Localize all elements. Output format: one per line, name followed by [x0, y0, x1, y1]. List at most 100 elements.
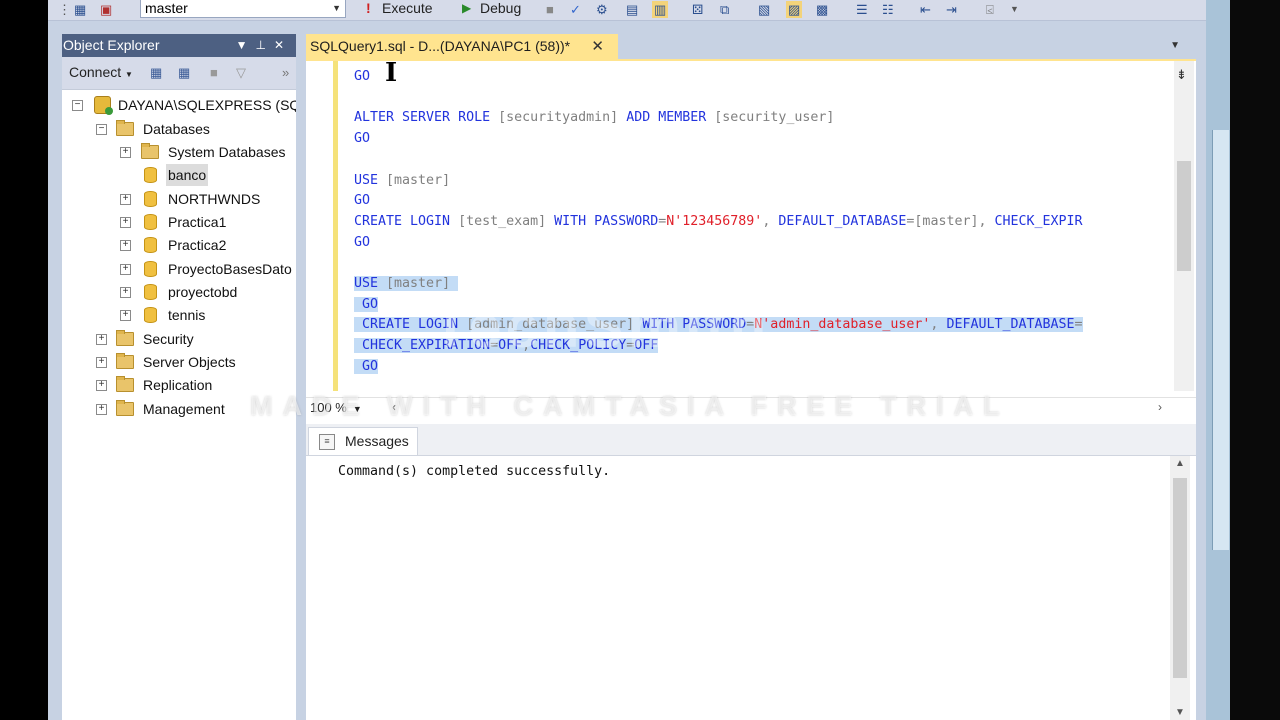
code-line[interactable]: USE [master]	[354, 274, 459, 294]
database-select-value: master	[145, 0, 188, 16]
stop-icon[interactable]: ■	[546, 1, 554, 18]
scroll-right-icon[interactable]: ›	[1158, 400, 1162, 414]
folder-icon	[116, 120, 134, 136]
code-line[interactable]: ALTER SERVER ROLE [securityadmin] ADD ME…	[354, 108, 834, 128]
document-area: SQLQuery1.sql - D...(DAYANA\PC1 (58))* ✕…	[306, 34, 1196, 720]
code-line[interactable]: CREATE LOGIN [test_exam] WITH PASSWORD=N…	[354, 212, 1083, 232]
client-stats-icon[interactable]: ⧉	[720, 1, 729, 18]
tab-sqlquery1[interactable]: SQLQuery1.sql - D...(DAYANA\PC1 (58))* ✕	[306, 34, 618, 59]
exclamation-icon: !	[366, 0, 371, 16]
messages-tab-label: Messages	[345, 433, 409, 449]
database-icon	[144, 284, 157, 300]
decrease-indent-icon[interactable]: ⇤	[920, 1, 931, 18]
left-dark-band	[0, 0, 48, 720]
folder-label: Security	[143, 331, 194, 347]
expand-icon[interactable]: +	[120, 310, 131, 321]
folder-icon	[116, 353, 134, 369]
text-cursor-icon: I	[385, 58, 398, 88]
close-icon[interactable]: ✕	[274, 38, 292, 52]
expand-icon[interactable]: +	[96, 404, 107, 415]
code-line[interactable]: GO	[354, 129, 370, 149]
split-window-icon[interactable]: ⇟	[1176, 67, 1187, 83]
results-vertical-scrollbar[interactable]: ▲ ▼	[1170, 456, 1190, 720]
code-line[interactable]: GO	[354, 295, 379, 315]
scroll-down-icon[interactable]: ▼	[1175, 707, 1185, 718]
include-plan-icon[interactable]: ⚄	[692, 1, 703, 18]
database-label: banco	[166, 164, 209, 186]
folder-icon	[141, 143, 159, 159]
tab-messages[interactable]: ≡ Messages	[308, 427, 418, 455]
right-dark-band	[1230, 0, 1280, 720]
disconnect-server-icon[interactable]: ▦	[178, 65, 190, 81]
close-icon[interactable]: ✕	[591, 34, 604, 59]
grip-icon: ⋮	[58, 2, 71, 17]
play-icon: ▶	[462, 1, 472, 15]
database-icon	[144, 191, 157, 207]
expand-icon[interactable]: +	[120, 194, 131, 205]
query-editor[interactable]: GO ALTER SERVER ROLE [securityadmin] ADD…	[306, 59, 1196, 428]
folder-label: Management	[143, 401, 225, 417]
results-grid-icon[interactable]: ▧	[758, 1, 770, 18]
scroll-up-icon[interactable]: ▲	[1175, 458, 1185, 469]
database-icon	[144, 214, 157, 230]
specify-values-icon[interactable]: ⍃	[986, 1, 994, 18]
increase-indent-icon[interactable]: ⇥	[946, 1, 957, 18]
expand-icon[interactable]: +	[96, 334, 107, 345]
results-file-icon[interactable]: ▩	[816, 1, 828, 18]
collapse-icon[interactable]: −	[72, 100, 83, 111]
disconnect-icon[interactable]: ▣	[100, 1, 112, 18]
expand-icon[interactable]: +	[96, 380, 107, 391]
window-position-icon[interactable]: ▼	[236, 38, 256, 52]
execute-label: Execute	[382, 0, 433, 16]
chevron-down-icon[interactable]: ▼	[1170, 40, 1180, 51]
database-icon	[144, 261, 157, 277]
databases-label: Databases	[143, 121, 210, 137]
pin-icon[interactable]: ⊥	[255, 38, 273, 52]
code-line[interactable]: GO	[354, 233, 370, 253]
database-label: NORTHWNDS	[168, 191, 261, 207]
code-line[interactable]: USE [master]	[354, 171, 450, 191]
chevron-down-icon: ▼	[125, 70, 133, 79]
execute-button[interactable]: ! Execute	[364, 0, 433, 19]
connect-server-icon[interactable]: ▦	[150, 65, 162, 81]
database-select[interactable]: master ▼	[140, 0, 346, 18]
tree-database-item[interactable]: + ProyectoBasesDato	[62, 258, 296, 280]
code-line[interactable]: GO	[354, 67, 370, 87]
tab-title: SQLQuery1.sql - D...(DAYANA\PC1 (58))*	[310, 38, 571, 54]
result-message: Command(s) completed successfully.	[338, 464, 611, 479]
code-line[interactable]: GO	[354, 357, 379, 377]
expand-icon[interactable]: +	[96, 357, 107, 368]
database-icon	[144, 237, 157, 253]
overflow-icon[interactable]: »	[282, 65, 289, 80]
expand-icon[interactable]: +	[120, 287, 131, 298]
database-label: ProyectoBasesDato	[168, 261, 292, 277]
results-to-file-icon[interactable]: ▥	[652, 1, 669, 18]
connect-label: Connect	[69, 64, 122, 80]
collapse-icon[interactable]: −	[96, 124, 107, 135]
debug-button[interactable]: ▶ Debug	[460, 0, 521, 19]
comment-icon[interactable]: ☰	[856, 1, 868, 18]
results-text-icon[interactable]: ▨	[786, 1, 803, 18]
toolbar-options-icon[interactable]: ▼	[1010, 1, 1019, 18]
parse-check-icon[interactable]: ✓	[570, 1, 581, 18]
code-line[interactable]: GO	[354, 191, 370, 211]
expand-icon[interactable]: +	[120, 147, 131, 158]
filter-icon[interactable]: ▽	[236, 65, 246, 81]
panel-splitter[interactable]	[296, 34, 306, 720]
connect-button[interactable]: Connect ▼	[69, 64, 133, 80]
expand-icon[interactable]: +	[120, 240, 131, 251]
expand-icon[interactable]: +	[120, 264, 131, 275]
database-label: tennis	[168, 307, 206, 323]
results-to-text-icon[interactable]: ▤	[626, 1, 638, 18]
uncomment-icon[interactable]: ☷	[882, 1, 894, 18]
object-explorer-toolbar: Connect ▼ ▦ ▦ ■ ▽ »	[62, 57, 296, 90]
expand-icon[interactable]: +	[120, 217, 131, 228]
editor-vertical-scrollbar[interactable]	[1174, 61, 1194, 391]
change-marker-bar	[333, 61, 338, 391]
database-label: proyectobd	[168, 284, 238, 300]
chevron-down-icon: ▼	[332, 3, 341, 13]
query-plan-icon[interactable]: ⚙	[596, 1, 608, 18]
object-explorer-icon[interactable]: ▦	[74, 1, 86, 18]
object-explorer-panel: Object Explorer ▼⊥✕ Connect ▼ ▦ ▦ ■ ▽ » …	[62, 34, 300, 720]
stop-icon[interactable]: ■	[210, 65, 218, 80]
